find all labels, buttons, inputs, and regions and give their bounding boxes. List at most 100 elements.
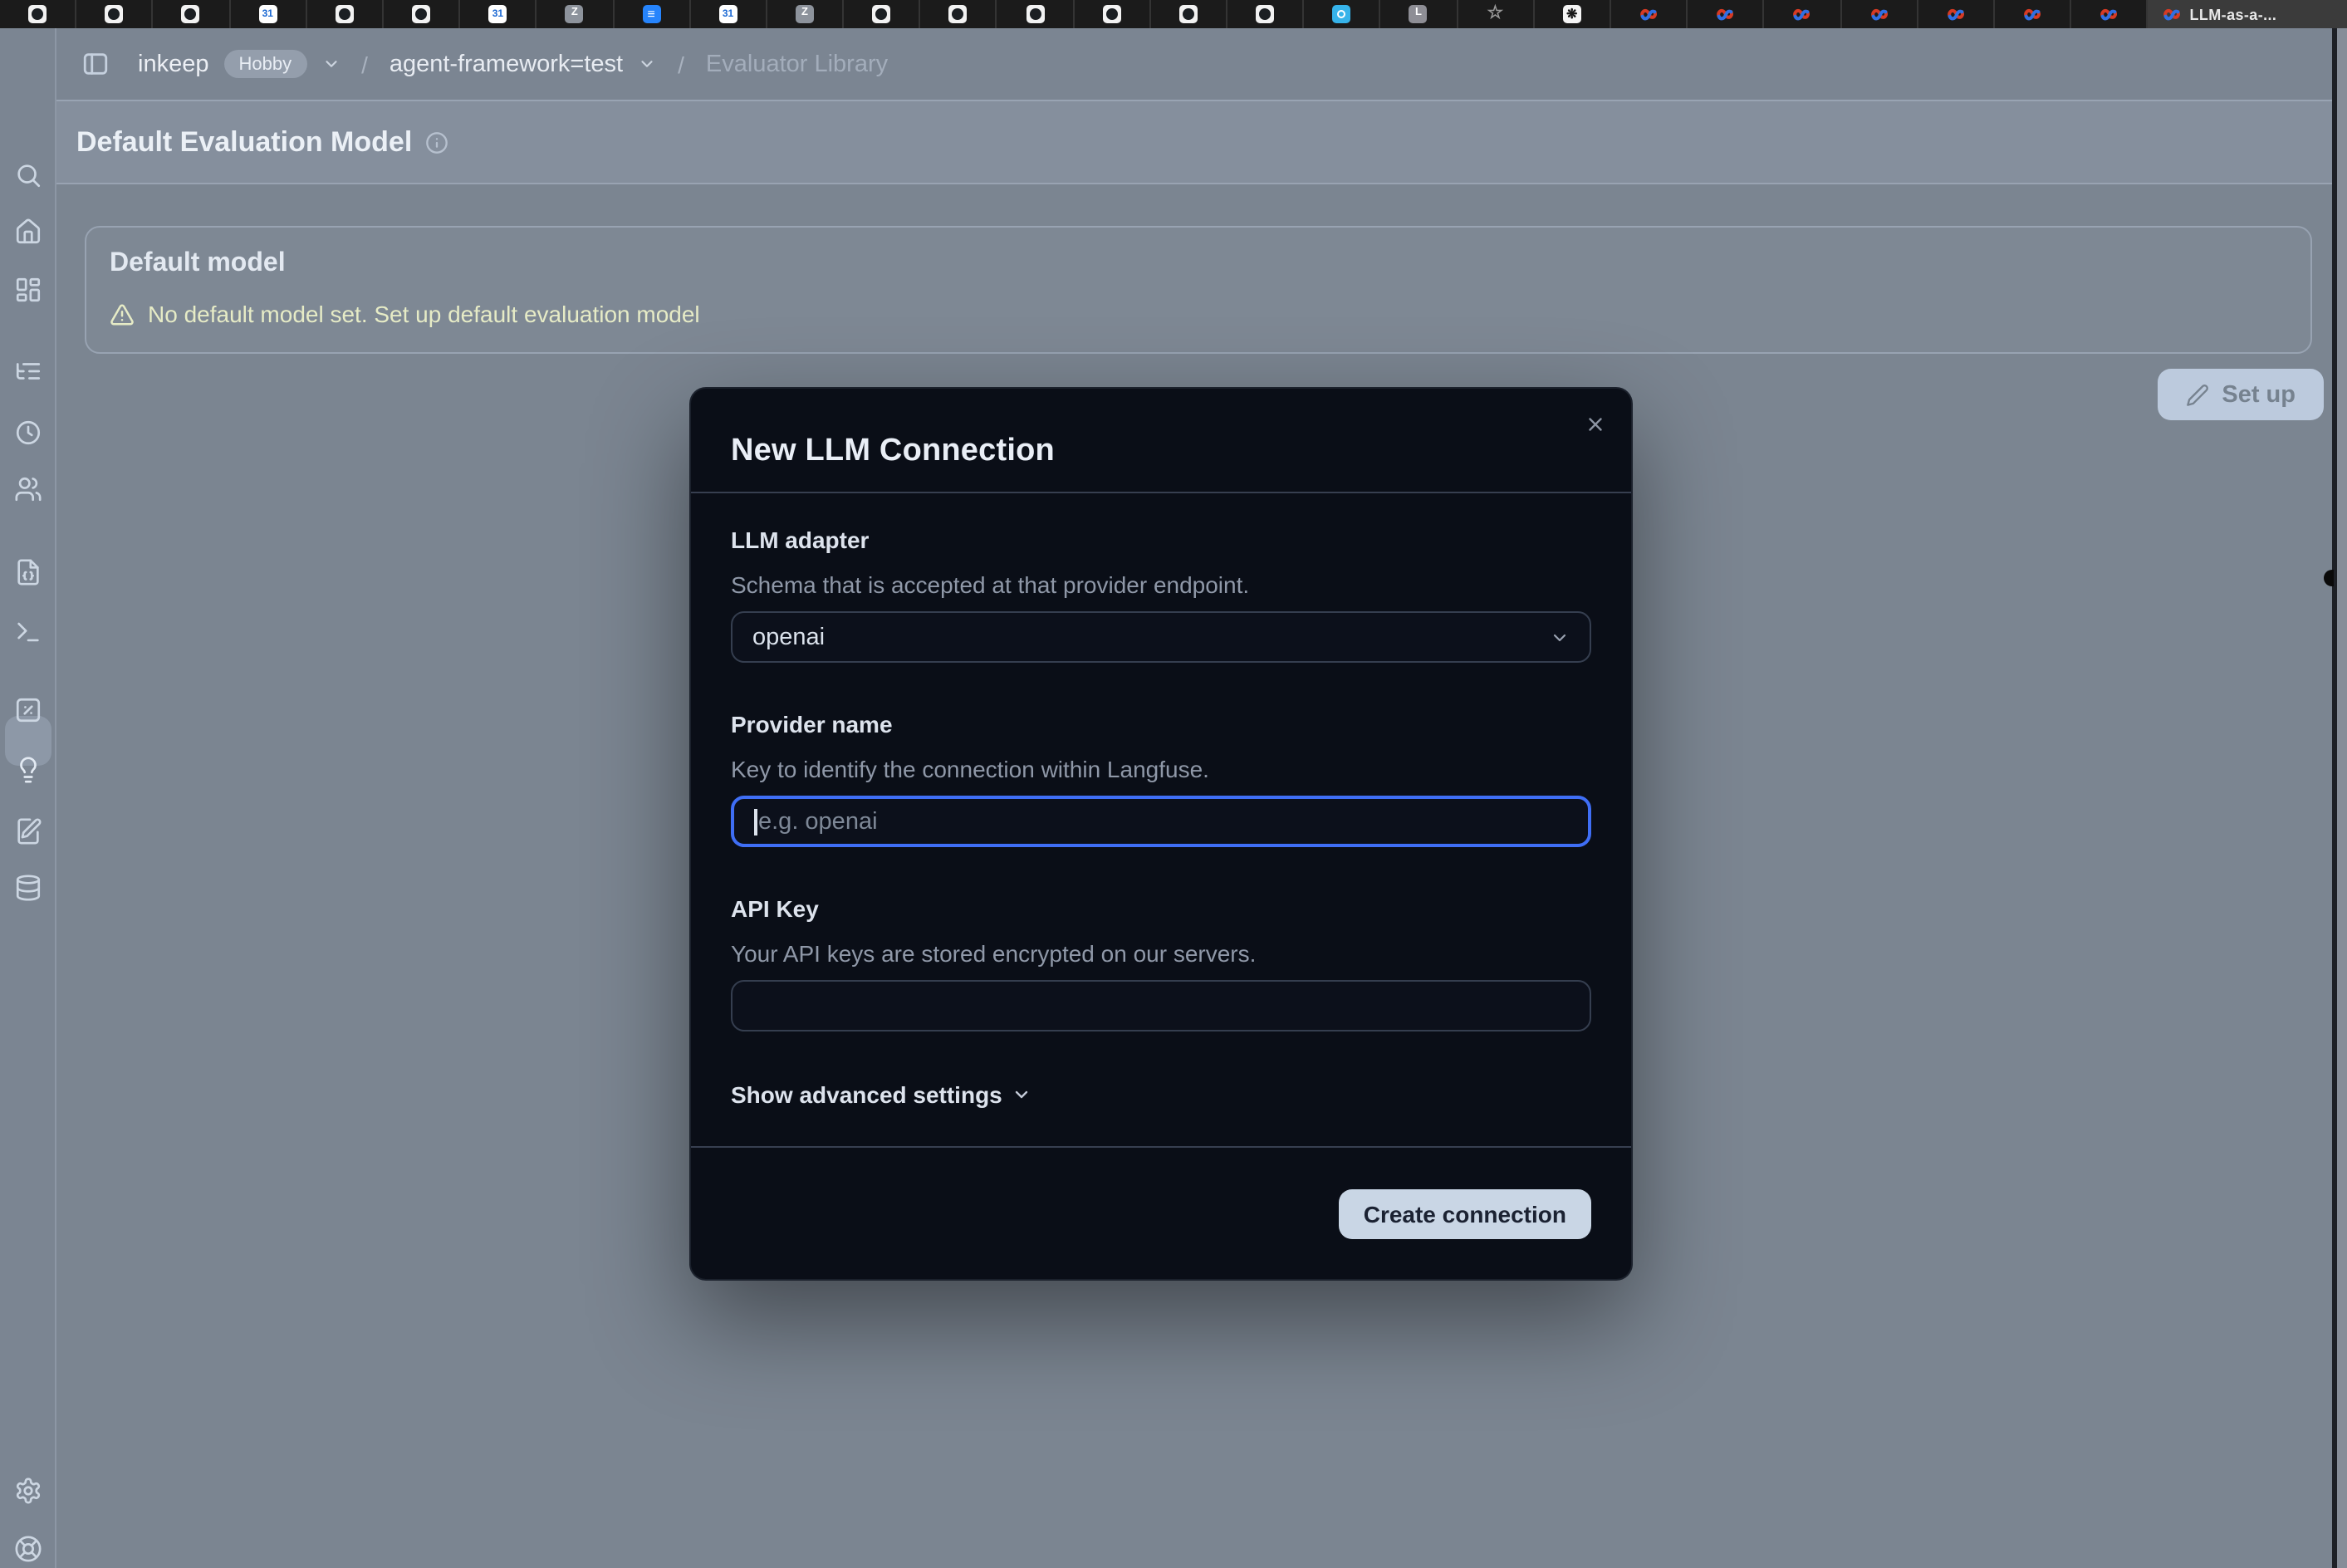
sidebar-item-prompts[interactable] bbox=[13, 557, 42, 586]
text-caret bbox=[754, 808, 757, 835]
sidebar-item-support[interactable] bbox=[13, 1534, 42, 1562]
api-key-input[interactable] bbox=[731, 980, 1591, 1031]
breadcrumb-separator: / bbox=[671, 51, 691, 77]
warning-text: No default model set. Set up default eva… bbox=[148, 301, 700, 327]
langfuse-favicon-icon bbox=[2163, 5, 2182, 23]
browser-tab[interactable] bbox=[0, 0, 76, 28]
langfuse-favicon-icon bbox=[1716, 5, 1734, 23]
sidebar-item-datasets[interactable] bbox=[13, 873, 42, 901]
browser-tab[interactable]: ≡ bbox=[614, 0, 690, 28]
close-icon bbox=[1584, 413, 1605, 434]
modal-body: LLM adapter Schema that is accepted at t… bbox=[691, 493, 1631, 1108]
browser-tab[interactable] bbox=[1304, 0, 1380, 28]
modal-header: New LLM Connection bbox=[691, 389, 1631, 493]
search-icon bbox=[13, 160, 42, 189]
info-icon[interactable] bbox=[425, 130, 448, 154]
browser-tab[interactable] bbox=[921, 0, 997, 28]
github-favicon-icon bbox=[182, 5, 200, 23]
pencil-icon bbox=[2185, 383, 2208, 406]
browser-tab[interactable]: 31 bbox=[460, 0, 537, 28]
langfuse-favicon-icon bbox=[1793, 5, 1811, 23]
chevron-down-icon[interactable] bbox=[638, 55, 656, 73]
create-connection-button[interactable]: Create connection bbox=[1339, 1189, 1591, 1239]
chevron-down-icon[interactable] bbox=[321, 55, 340, 73]
browser-tab[interactable] bbox=[1151, 0, 1227, 28]
breadcrumb-page: Evaluator Library bbox=[706, 51, 888, 77]
langfuse-favicon-icon bbox=[1869, 5, 1888, 23]
browser-tab[interactable]: ❋ bbox=[1535, 0, 1611, 28]
sidebar bbox=[0, 28, 56, 1568]
browser-tab[interactable] bbox=[1765, 0, 1841, 28]
browser-tab[interactable] bbox=[1918, 0, 1994, 28]
browser-tab[interactable]: Z bbox=[537, 0, 614, 28]
browser-tab[interactable]: ☆ bbox=[1458, 0, 1534, 28]
gcal-favicon-icon: 31 bbox=[719, 5, 737, 23]
breadcrumb: inkeep Hobby / agent-framework=test / Ev… bbox=[56, 28, 2347, 101]
sidebar-item-users[interactable] bbox=[13, 474, 42, 502]
evaluators-icon bbox=[13, 755, 42, 783]
browser-tab[interactable] bbox=[384, 0, 460, 28]
browser-tab[interactable] bbox=[2071, 0, 2148, 28]
browser-tab-active[interactable]: LLM-as-a-... bbox=[2149, 0, 2347, 28]
browser-tab[interactable] bbox=[1227, 0, 1304, 28]
settings-icon bbox=[13, 1476, 42, 1504]
sidebar-item-sessions[interactable] bbox=[13, 418, 42, 446]
browser-tab[interactable]: 31 bbox=[690, 0, 767, 28]
card-title: Default model bbox=[110, 249, 2287, 279]
browser-tab-bar: 31 31 Z ≡ 31 Z L ☆ ❋ LLM-as-a-... bbox=[0, 0, 2347, 28]
browser-tab[interactable] bbox=[1841, 0, 1918, 28]
browser-tab[interactable]: L bbox=[1381, 0, 1458, 28]
sidebar-item-evaluators[interactable] bbox=[13, 755, 42, 783]
sidebar-item-settings[interactable] bbox=[13, 1476, 42, 1504]
api-key-label: API Key bbox=[731, 897, 1591, 920]
browser-tab[interactable] bbox=[844, 0, 920, 28]
adapter-selected-value: openai bbox=[752, 624, 825, 650]
browser-tab[interactable]: 31 bbox=[230, 0, 306, 28]
adapter-description: Schema that is accepted at that provider… bbox=[731, 573, 1591, 596]
warning-row: No default model set. Set up default eva… bbox=[110, 301, 2287, 327]
panel-left-icon[interactable] bbox=[81, 50, 110, 78]
browser-tab[interactable] bbox=[76, 0, 153, 28]
close-button[interactable] bbox=[1578, 407, 1611, 440]
sidebar-item-scores[interactable] bbox=[13, 695, 42, 723]
new-llm-connection-modal: New LLM Connection LLM adapter Schema th… bbox=[689, 387, 1633, 1281]
scores-icon bbox=[13, 695, 42, 723]
github-favicon-icon bbox=[1102, 5, 1120, 23]
sidebar-item-annotations[interactable] bbox=[13, 816, 42, 845]
show-advanced-settings-toggle[interactable]: Show advanced settings bbox=[731, 1081, 1032, 1108]
sidebar-item-dashboards[interactable] bbox=[13, 275, 42, 303]
adapter-select[interactable]: openai bbox=[731, 611, 1591, 663]
langfuse-favicon-icon bbox=[2023, 5, 2041, 23]
langfuse-favicon-icon bbox=[2100, 5, 2118, 23]
github-favicon-icon bbox=[1026, 5, 1044, 23]
browser-tab[interactable] bbox=[1611, 0, 1688, 28]
page-title: Default Evaluation Model bbox=[76, 125, 412, 159]
sidebar-item-tracing[interactable] bbox=[13, 356, 42, 385]
browser-tab[interactable] bbox=[1688, 0, 1764, 28]
window-right-gutter bbox=[2336, 28, 2347, 1568]
browser-tab[interactable] bbox=[307, 0, 384, 28]
browser-tab[interactable] bbox=[154, 0, 230, 28]
plan-badge: Hobby bbox=[223, 50, 306, 78]
zotero-favicon-icon: Z bbox=[566, 5, 584, 23]
browser-tab[interactable]: Z bbox=[767, 0, 844, 28]
github-favicon-icon bbox=[105, 5, 124, 23]
users-icon bbox=[13, 474, 42, 502]
sidebar-item-playground[interactable] bbox=[13, 617, 42, 645]
browser-tab[interactable] bbox=[1995, 0, 2071, 28]
breadcrumb-separator: / bbox=[355, 51, 375, 77]
browser-tab[interactable] bbox=[997, 0, 1074, 28]
dashboards-icon bbox=[13, 275, 42, 303]
sidebar-item-search[interactable] bbox=[13, 160, 42, 189]
breadcrumb-project[interactable]: agent-framework=test bbox=[390, 51, 623, 77]
github-favicon-icon bbox=[949, 5, 968, 23]
set-up-button[interactable]: Set up bbox=[2157, 369, 2324, 420]
langfuse-favicon-icon bbox=[1639, 5, 1658, 23]
sidebar-item-home[interactable] bbox=[13, 217, 42, 245]
breadcrumb-org[interactable]: inkeep bbox=[138, 51, 208, 77]
browser-tab[interactable] bbox=[1074, 0, 1150, 28]
adapter-label: LLM adapter bbox=[731, 528, 1591, 551]
provider-name-input[interactable]: e.g. openai bbox=[731, 796, 1591, 847]
star-favicon-icon: ☆ bbox=[1486, 5, 1504, 23]
github-favicon-icon bbox=[1256, 5, 1274, 23]
